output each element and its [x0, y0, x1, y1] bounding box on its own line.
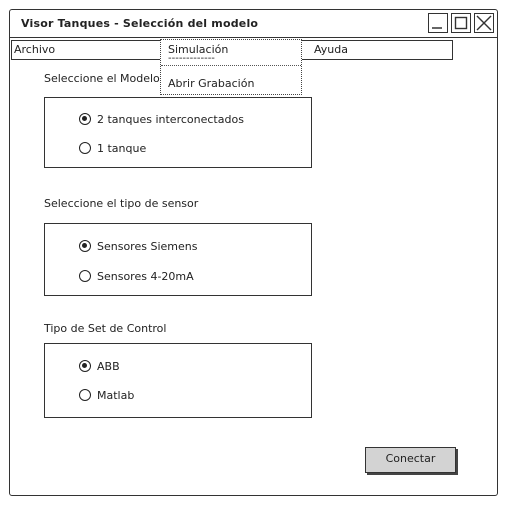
radio-sensores-siemens[interactable]: Sensores Siemens: [79, 238, 197, 254]
close-icon: [476, 15, 492, 31]
window-title: Visor Tanques - Selección del modelo: [21, 17, 259, 30]
menu-separator-text: -------------: [168, 53, 215, 64]
close-button[interactable]: [474, 13, 494, 33]
radio-label: Sensores Siemens: [97, 239, 198, 253]
radio-model-2-tanques[interactable]: 2 tanques interconectados: [79, 111, 244, 127]
radio-model-1-tanque[interactable]: 1 tanque: [79, 140, 146, 156]
menu-item-abrir-grabacion[interactable]: Abrir Grabación: [168, 77, 254, 90]
minimize-button[interactable]: [428, 13, 448, 33]
radio-unselected-icon: [79, 389, 91, 401]
radio-sensores-4-20ma[interactable]: Sensores 4-20mA: [79, 268, 194, 284]
menu-separator: [161, 65, 301, 66]
title-bar: Visor Tanques - Selección del modelo: [10, 10, 497, 38]
control-group: ABB Matlab: [44, 343, 312, 418]
radio-label: 1 tanque: [97, 141, 147, 155]
maximize-icon: [454, 16, 468, 30]
radio-selected-icon: [79, 113, 91, 125]
maximize-button[interactable]: [451, 13, 471, 33]
menu-archivo[interactable]: Archivo: [14, 43, 55, 56]
control-section-label: Tipo de Set de Control: [44, 322, 167, 335]
connect-button[interactable]: Conectar: [365, 447, 456, 473]
radio-selected-icon: [79, 240, 91, 252]
model-section-label: Seleccione el Modelo: [44, 72, 160, 85]
radio-unselected-icon: [79, 142, 91, 154]
sensor-group: Sensores Siemens Sensores 4-20mA: [44, 223, 312, 296]
simulation-dropdown-menu: Simulación ------------- Abrir Grabación: [160, 39, 302, 95]
radio-control-abb[interactable]: ABB: [79, 358, 120, 374]
radio-label: Matlab: [97, 388, 135, 402]
radio-label: 2 tanques interconectados: [97, 112, 244, 126]
radio-label: ABB: [97, 359, 120, 373]
radio-unselected-icon: [79, 270, 91, 282]
sensor-section-label: Seleccione el tipo de sensor: [44, 197, 199, 210]
radio-selected-icon: [79, 360, 91, 372]
radio-control-matlab[interactable]: Matlab: [79, 387, 134, 403]
minimize-icon: [432, 27, 442, 29]
main-window: Visor Tanques - Selección del modelo Arc…: [9, 9, 498, 496]
model-group: 2 tanques interconectados 1 tanque: [44, 97, 312, 168]
radio-label: Sensores 4-20mA: [97, 269, 194, 283]
menu-ayuda[interactable]: Ayuda: [314, 43, 348, 56]
